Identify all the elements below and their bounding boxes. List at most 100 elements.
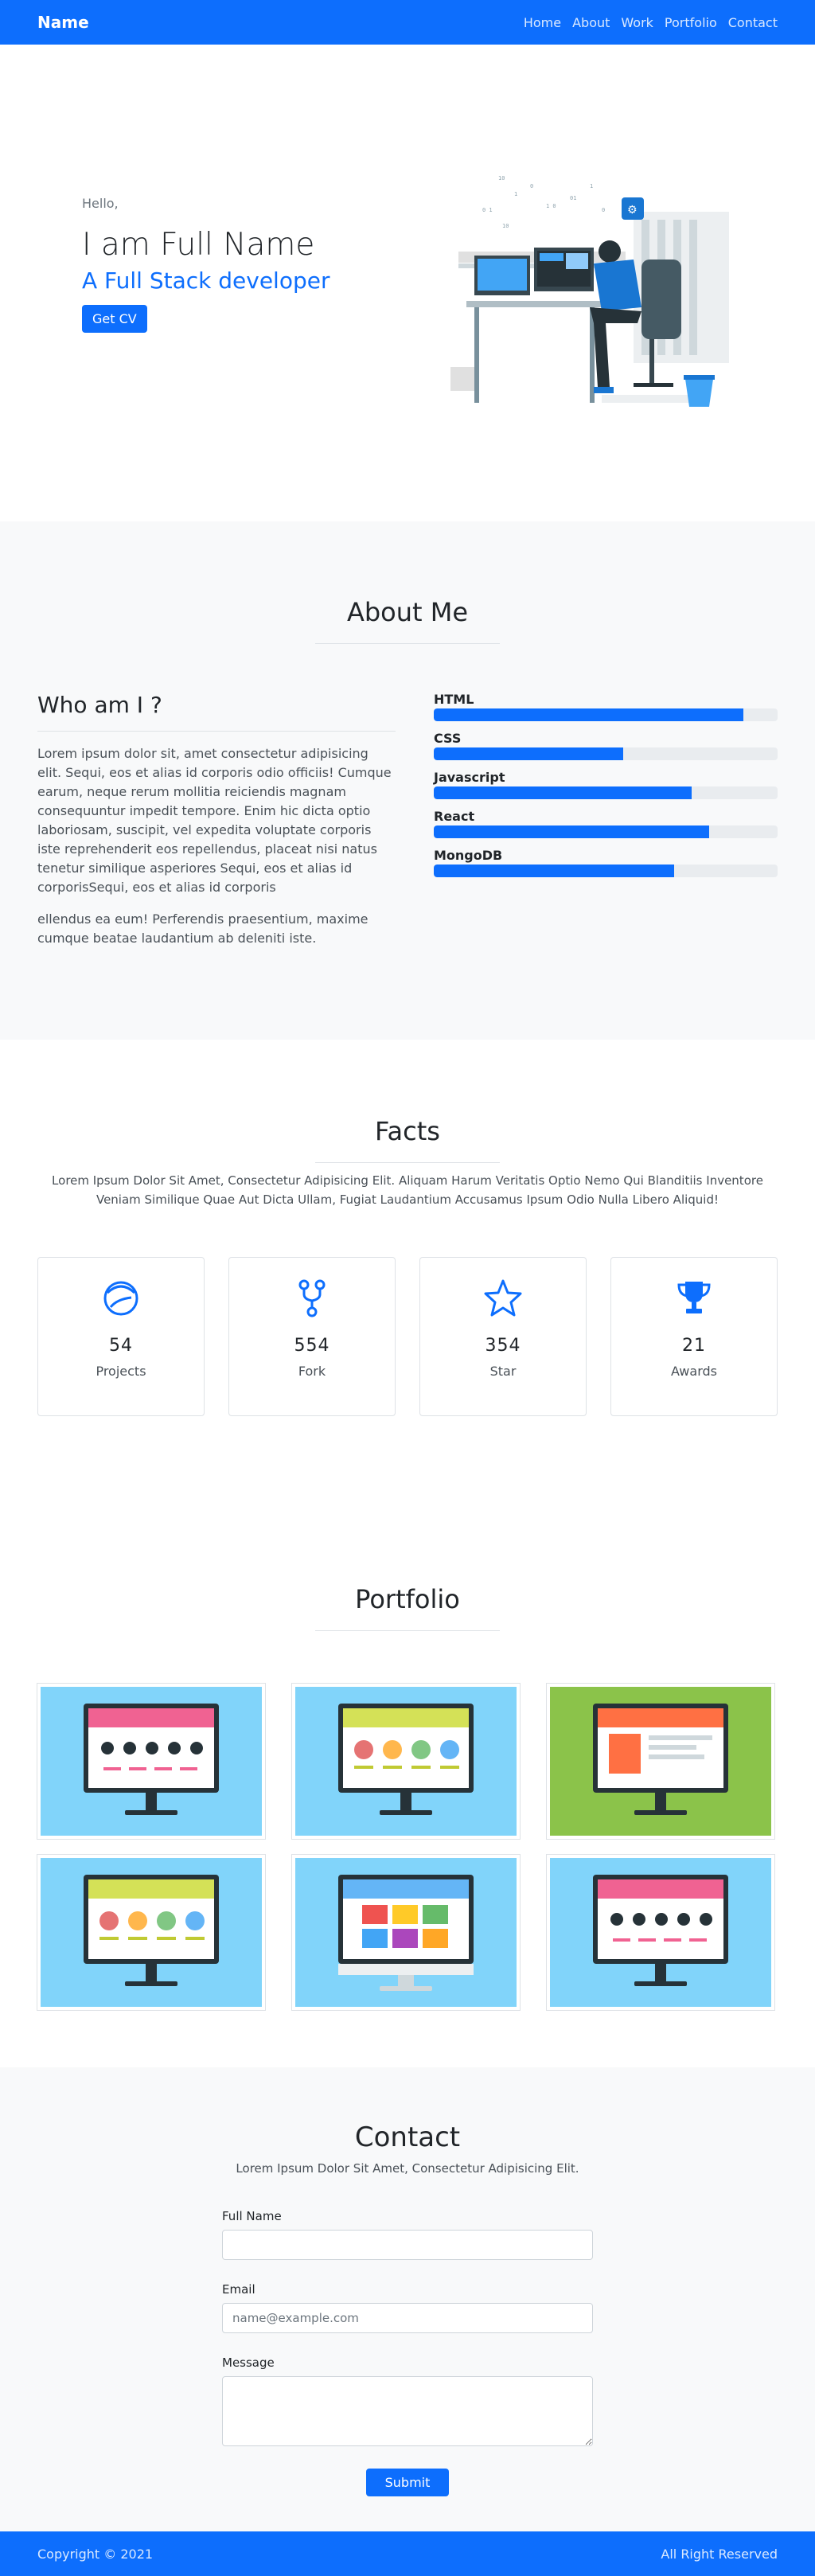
email-field[interactable] xyxy=(222,2303,593,2333)
contact-title: Contact xyxy=(354,2121,461,2153)
hero-text: Hello, I am Full Name A Full Stack devel… xyxy=(82,196,330,333)
hero-section: Hello, I am Full Name A Full Stack devel… xyxy=(0,45,815,521)
svg-text:10: 10 xyxy=(502,223,509,229)
title-divider xyxy=(315,1630,500,1631)
message-field[interactable] xyxy=(222,2376,593,2446)
skill-progress-fill xyxy=(434,865,675,877)
skill-mongodb: MongoDB xyxy=(434,848,778,877)
skill-progress-fill xyxy=(434,747,623,760)
hero-greeting: Hello, xyxy=(82,196,119,211)
fact-label: Star xyxy=(489,1364,517,1379)
svg-text:1 0: 1 0 xyxy=(546,203,556,209)
skill-progress-bar xyxy=(434,865,778,877)
brand-logo[interactable]: Name xyxy=(37,13,89,32)
fact-label: Awards xyxy=(671,1364,717,1379)
star-icon xyxy=(484,1279,522,1317)
nav-about[interactable]: About xyxy=(572,15,610,30)
skills-list: HTML CSS Javascript React MongoDB xyxy=(434,692,778,961)
fact-label: Projects xyxy=(96,1364,146,1379)
submit-button[interactable]: Submit xyxy=(365,2469,450,2496)
nav-work[interactable]: Work xyxy=(621,15,653,30)
trophy-icon xyxy=(677,1282,711,1313)
skill-progress-fill xyxy=(434,708,743,721)
skill-name: HTML xyxy=(434,692,474,707)
fork-icon xyxy=(298,1279,326,1317)
fact-card-fork: 554 Fork xyxy=(228,1257,396,1416)
skill-html: HTML xyxy=(434,692,778,721)
fact-number: 554 xyxy=(294,1336,330,1356)
skill-progress-bar xyxy=(434,708,778,721)
monitor-mockup xyxy=(84,1703,219,1815)
fact-cards: 54 Projects 554 Fork 354 Star 21 Awards xyxy=(0,1257,815,1416)
message-label: Message xyxy=(222,2355,275,2370)
contact-form: Full Name Email Message Submit xyxy=(222,2209,593,2496)
portfolio-item[interactable] xyxy=(292,1684,520,1839)
globe-icon xyxy=(103,1281,138,1316)
monitor-mockup xyxy=(338,1703,474,1815)
skill-progress-fill xyxy=(434,786,692,799)
about-section: About Me Who am I ? Lorem ipsum dolor si… xyxy=(0,521,815,1040)
skill-name: Javascript xyxy=(434,770,505,785)
portfolio-item[interactable] xyxy=(37,1855,265,2010)
monitor-mockup xyxy=(84,1874,219,1986)
portfolio-title: Portfolio xyxy=(355,1584,460,1614)
get-cv-button[interactable]: Get CV xyxy=(82,305,147,333)
portfolio-item[interactable] xyxy=(37,1684,265,1839)
fact-card-awards: 21 Awards xyxy=(610,1257,778,1416)
portfolio-grid xyxy=(0,1684,815,2010)
fact-card-projects: 54 Projects xyxy=(37,1257,205,1416)
skill-name: MongoDB xyxy=(434,848,503,863)
about-paragraph: Lorem ipsum dolor sit, amet consectetur … xyxy=(37,746,392,895)
about-paragraph: ellendus ea eum! Perferendis praesentium… xyxy=(37,911,369,946)
skill-name: CSS xyxy=(434,731,462,746)
facts-title: Facts xyxy=(375,1116,440,1146)
skill-react: React xyxy=(434,809,778,838)
nav-links: Home About Work Portfolio Contact xyxy=(513,15,778,30)
email-label: Email xyxy=(222,2282,255,2297)
portfolio-item[interactable] xyxy=(547,1684,774,1839)
about-text: Who am I ? Lorem ipsum dolor sit, amet c… xyxy=(37,692,396,961)
skill-progress-bar xyxy=(434,825,778,838)
title-divider xyxy=(315,1162,500,1163)
about-divider xyxy=(37,731,396,732)
skill-progress-fill xyxy=(434,825,709,838)
full-name-label: Full Name xyxy=(222,2209,282,2223)
monitor-mockup xyxy=(593,1703,728,1815)
portfolio-item[interactable] xyxy=(547,1855,774,2010)
nav-contact[interactable]: Contact xyxy=(728,15,778,30)
skill-progress-bar xyxy=(434,786,778,799)
footer-rights: All Right Reserved xyxy=(661,2546,778,2562)
fact-number: 54 xyxy=(109,1336,133,1356)
fact-number: 354 xyxy=(485,1336,521,1356)
full-name-field[interactable] xyxy=(222,2230,593,2260)
svg-text:1: 1 xyxy=(590,183,593,189)
about-body: Who am I ? Lorem ipsum dolor sit, amet c… xyxy=(0,644,815,961)
footer-copyright: Copyright © 2021 xyxy=(37,2546,154,2562)
footer: Copyright © 2021 All Right Reserved xyxy=(0,2531,815,2576)
submit-wrap: Submit xyxy=(222,2469,593,2496)
contact-section: Contact Lorem Ipsum Dolor Sit Amet, Cons… xyxy=(0,2067,815,2531)
fact-number: 21 xyxy=(682,1336,706,1356)
svg-text:0: 0 xyxy=(530,183,533,189)
facts-subtitle: Lorem Ipsum Dolor Sit Amet, Consectetur … xyxy=(52,1173,763,1207)
contact-subtitle: Lorem Ipsum Dolor Sit Amet, Consectetur … xyxy=(236,2161,579,2176)
svg-text:0 1: 0 1 xyxy=(482,207,493,213)
facts-section: Facts Lorem Ipsum Dolor Sit Amet, Consec… xyxy=(0,1040,815,1525)
monitor-mockup xyxy=(593,1874,728,1986)
nav-portfolio[interactable]: Portfolio xyxy=(665,15,717,30)
fact-card-star: 354 Star xyxy=(419,1257,587,1416)
portfolio-item[interactable] xyxy=(292,1855,520,2010)
hero-role: A Full Stack developer xyxy=(82,267,330,294)
svg-text:10: 10 xyxy=(498,175,505,181)
skill-progress-bar xyxy=(434,747,778,760)
hero-name: I am Full Name xyxy=(82,227,315,263)
about-title: About Me xyxy=(346,597,469,627)
svg-text:0: 0 xyxy=(602,207,605,213)
fact-label: Fork xyxy=(298,1364,326,1379)
svg-text:⚙: ⚙ xyxy=(627,204,638,217)
nav-home[interactable]: Home xyxy=(524,15,561,30)
navbar: Name Home About Work Portfolio Contact xyxy=(0,0,815,45)
monitor-mockup xyxy=(338,1874,474,1991)
portfolio-section: Portfolio xyxy=(0,1525,815,2067)
developer-illustration: 1010 1 0011 0 1100 ⚙ xyxy=(450,175,729,407)
